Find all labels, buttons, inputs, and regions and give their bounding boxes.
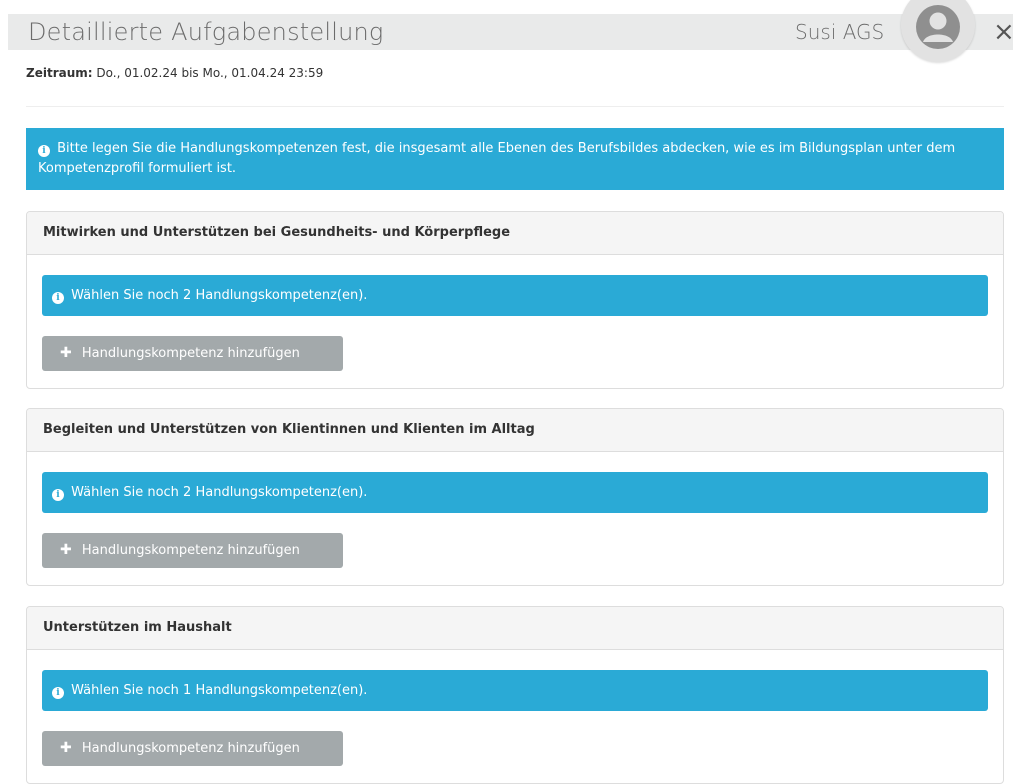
panel-title: Begleiten und Unterstützen von Klientinn…	[27, 409, 1003, 452]
add-competence-button[interactable]: ✚ Handlungskompetenz hinzufügen	[42, 731, 343, 766]
info-circle-icon: i	[52, 292, 64, 304]
selection-alert-text: Wählen Sie noch 2 Handlungskompetenz(en)…	[71, 288, 368, 303]
competence-panel: Begleiten und Unterstützen von Klientinn…	[26, 408, 1004, 586]
period-label: Zeitraum:	[26, 66, 93, 80]
info-alert: i Bitte legen Sie die Handlungskompetenz…	[26, 128, 1004, 190]
selection-alert-text: Wählen Sie noch 1 Handlungskompetenz(en)…	[71, 683, 368, 698]
info-circle-icon: i	[52, 687, 64, 699]
modal-title: Detaillierte Aufgabenstellung	[28, 18, 384, 46]
add-competence-label: Handlungskompetenz hinzufügen	[81, 543, 300, 558]
selection-alert-text: Wählen Sie noch 2 Handlungskompetenz(en)…	[71, 485, 368, 500]
panel-title: Mitwirken und Unterstützen bei Gesundhei…	[27, 212, 1003, 255]
add-competence-label: Handlungskompetenz hinzufügen	[81, 741, 300, 756]
close-button[interactable]: ×	[993, 14, 1013, 50]
divider	[26, 106, 1004, 107]
user-avatar-icon	[901, 0, 975, 62]
user-name: Susi AGS	[795, 20, 885, 44]
period-line: Zeitraum: Do., 01.02.24 bis Mo., 01.04.2…	[26, 66, 323, 80]
plus-icon: ✚	[60, 345, 72, 361]
info-circle-icon: i	[38, 145, 50, 157]
plus-icon: ✚	[60, 740, 72, 756]
info-circle-icon: i	[52, 489, 64, 501]
add-competence-button[interactable]: ✚ Handlungskompetenz hinzufügen	[42, 533, 343, 568]
add-competence-label: Handlungskompetenz hinzufügen	[81, 346, 300, 361]
add-competence-button[interactable]: ✚ Handlungskompetenz hinzufügen	[42, 336, 343, 371]
selection-alert: i Wählen Sie noch 2 Handlungskompetenz(e…	[42, 472, 988, 513]
avatar[interactable]	[901, 0, 975, 62]
panel-title: Unterstützen im Haushalt	[27, 607, 1003, 650]
plus-icon: ✚	[60, 542, 72, 558]
selection-alert: i Wählen Sie noch 1 Handlungskompetenz(e…	[42, 670, 988, 711]
competence-panel: Unterstützen im Haushalt i Wählen Sie no…	[26, 606, 1004, 784]
period-value: Do., 01.02.24 bis Mo., 01.04.24 23:59	[96, 66, 324, 80]
competence-panel: Mitwirken und Unterstützen bei Gesundhei…	[26, 211, 1004, 389]
selection-alert: i Wählen Sie noch 2 Handlungskompetenz(e…	[42, 275, 988, 316]
info-alert-text: Bitte legen Sie die Handlungskompetenzen…	[38, 141, 956, 176]
